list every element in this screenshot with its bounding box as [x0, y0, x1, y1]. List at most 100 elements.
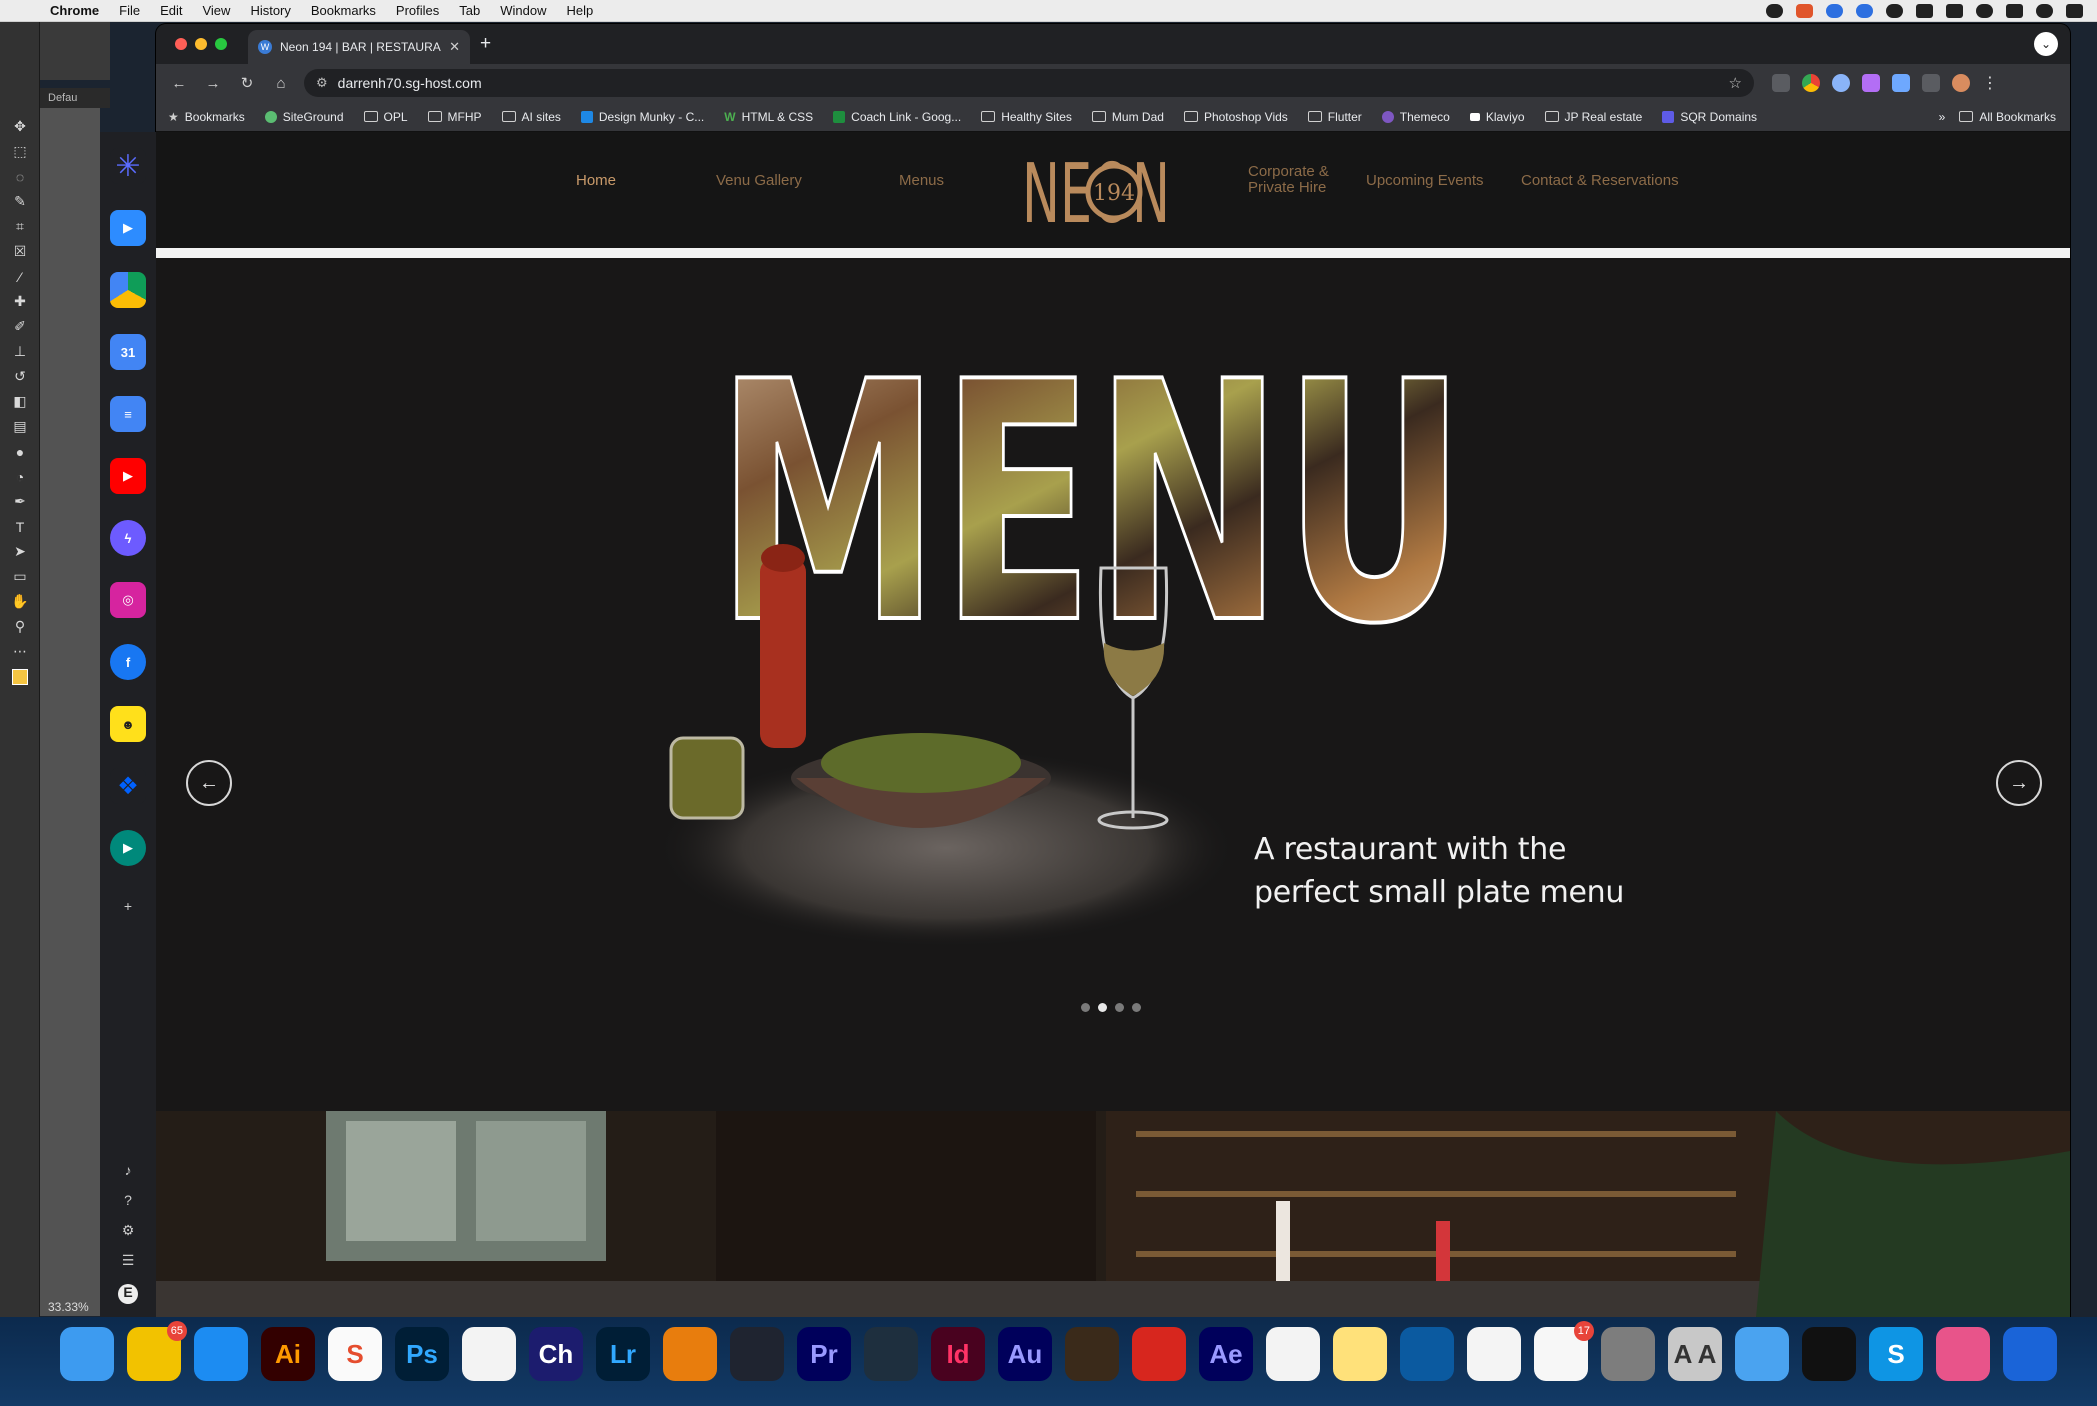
dock-display-icon[interactable]	[1936, 1327, 1990, 1381]
help-icon[interactable]: ?	[118, 1192, 138, 1212]
pen-tool-icon[interactable]: ✒	[0, 489, 40, 514]
grammarly-icon[interactable]	[1886, 3, 1903, 18]
nav-menus[interactable]: Menus	[899, 172, 944, 189]
bookmark-item[interactable]: W HTML & CSS	[724, 110, 813, 124]
close-tab-icon[interactable]: ✕	[449, 39, 460, 55]
nav-contact-reservations[interactable]: Contact & Reservations	[1521, 172, 1679, 189]
dock-lightroom-icon[interactable]: Lr	[596, 1327, 650, 1381]
bookmark-star-icon[interactable]: ☆	[1729, 74, 1742, 92]
nav-upcoming-events[interactable]: Upcoming Events	[1366, 172, 1484, 189]
frame-tool-icon[interactable]: ☒	[0, 239, 40, 264]
list-icon[interactable]: ☰	[118, 1252, 138, 1272]
shape-tool-icon[interactable]: ▭	[0, 564, 40, 589]
new-tab-button[interactable]: +	[480, 33, 491, 55]
dock-garageband-icon[interactable]	[1065, 1327, 1119, 1381]
site-info-icon[interactable]: ⚙	[316, 75, 328, 91]
back-button[interactable]: ←	[162, 75, 196, 92]
menu-file[interactable]: File	[109, 3, 150, 18]
healing-brush-icon[interactable]: ✚	[0, 289, 40, 314]
move-tool-icon[interactable]: ✥	[0, 114, 40, 139]
dock-premiere-icon[interactable]: Pr	[797, 1327, 851, 1381]
bookmark-folder[interactable]: OPL	[363, 110, 408, 124]
perplexity-sidebar-icon[interactable]: ✳	[110, 148, 146, 184]
photoshop-document-tab[interactable]: Defau	[40, 88, 110, 108]
menu-view[interactable]: View	[192, 3, 240, 18]
dock-weather-icon[interactable]	[1735, 1327, 1789, 1381]
control-center-icon[interactable]	[2066, 3, 2083, 18]
stamp-tool-icon[interactable]: ⊥	[0, 339, 40, 364]
url-text[interactable]: darrenh70.sg-host.com	[338, 75, 1719, 91]
blur-tool-icon[interactable]: ●	[0, 439, 40, 464]
menu-bookmarks[interactable]: Bookmarks	[301, 3, 386, 18]
dock-perplexity-icon[interactable]	[1802, 1327, 1856, 1381]
settings-icon[interactable]: ⚙	[118, 1222, 138, 1242]
menu-app-name[interactable]: Chrome	[40, 3, 109, 18]
browser-tab-active[interactable]: W Neon 194 | BAR | RESTAURAN ✕	[248, 30, 470, 64]
neon-194-logo[interactable]: NEON 194	[1022, 148, 1170, 230]
fullscreen-window-button[interactable]	[215, 38, 227, 50]
google-calendar-icon[interactable]: 31	[110, 334, 146, 370]
dock-after-effects-icon[interactable]: Ae	[1199, 1327, 1253, 1381]
eraser-icon[interactable]: ◧	[0, 389, 40, 414]
bookmark-folder[interactable]: JP Real estate	[1544, 110, 1642, 124]
bookmark-folder[interactable]: Photoshop Vids	[1183, 110, 1288, 124]
instagram-icon[interactable]: ◎	[110, 582, 146, 618]
reader-extension-icon[interactable]	[1892, 74, 1910, 92]
marquee-tool-icon[interactable]: ⬚	[0, 139, 40, 164]
dock-freeform-icon[interactable]	[1467, 1327, 1521, 1381]
airdrop-icon[interactable]	[1976, 3, 1993, 18]
dock-testflight-icon[interactable]	[194, 1327, 248, 1381]
eyedropper-icon[interactable]: ⁄	[0, 264, 40, 289]
bookmark-folder[interactable]: Flutter	[1307, 110, 1362, 124]
tab-search-button[interactable]: ⌄	[2034, 32, 2058, 56]
puzzle-extensions-icon[interactable]	[1922, 74, 1940, 92]
bookmark-item[interactable]: Themeco	[1381, 110, 1450, 124]
bookmark-folder[interactable]: Healthy Sites	[981, 110, 1072, 124]
bookmark-item[interactable]: SiteGround	[264, 110, 344, 124]
checkmark-icon[interactable]	[2036, 3, 2053, 18]
dock-norton-icon[interactable]: 65	[127, 1321, 187, 1381]
mailchimp-icon[interactable]: ☻	[110, 706, 146, 742]
menu-help[interactable]: Help	[557, 3, 604, 18]
dock-davinci-icon[interactable]	[730, 1327, 784, 1381]
creative-cloud-icon[interactable]	[1766, 3, 1783, 18]
bookmark-folder[interactable]: Mum Dad	[1091, 110, 1164, 124]
google-meet-icon[interactable]: ▶	[110, 830, 146, 866]
bookmark-item[interactable]: Coach Link - Goog...	[833, 110, 961, 124]
add-app-icon[interactable]: +	[118, 898, 138, 918]
close-window-button[interactable]	[175, 38, 187, 50]
menu-edit[interactable]: Edit	[150, 3, 192, 18]
type-tool-icon[interactable]: T	[0, 514, 40, 539]
zoom-status-icon[interactable]	[1826, 3, 1843, 18]
dock-acrobat-icon[interactable]	[1132, 1327, 1186, 1381]
minimize-window-button[interactable]	[195, 38, 207, 50]
code-extension-icon[interactable]	[1772, 74, 1790, 92]
more-tools-icon[interactable]: ⋯	[0, 639, 40, 664]
nav-corporate-private-hire[interactable]: Corporate & Private Hire	[1248, 164, 1329, 196]
bookmark-item[interactable]: ★ Bookmarks	[168, 110, 245, 124]
reload-button[interactable]: ↻	[230, 74, 264, 92]
dock-reminders-icon[interactable]: 17	[1534, 1321, 1594, 1381]
profile-avatar[interactable]	[1952, 74, 1970, 92]
bookmark-folder[interactable]: MFHP	[427, 110, 482, 124]
all-bookmarks-folder[interactable]: All Bookmarks	[1959, 110, 2056, 124]
menu-profiles[interactable]: Profiles	[386, 3, 449, 18]
menu-history[interactable]: History	[240, 3, 300, 18]
slider-dot-1[interactable]	[1081, 1003, 1090, 1012]
slider-dot-3[interactable]	[1115, 1003, 1124, 1012]
dock-indesign-icon[interactable]: Id	[931, 1327, 985, 1381]
incognito-icon[interactable]	[1946, 3, 1963, 18]
youtube-icon[interactable]: ▶	[110, 458, 146, 494]
dodge-tool-icon[interactable]: ◔	[0, 464, 40, 489]
dock-onepassword-icon[interactable]	[2003, 1327, 2057, 1381]
google-docs-icon[interactable]: ≡	[110, 396, 146, 432]
grammar-extension-icon[interactable]	[1832, 74, 1850, 92]
nav-venu-gallery[interactable]: Venu Gallery	[716, 172, 802, 189]
script-icon[interactable]	[1916, 3, 1933, 18]
dock-font-book-icon[interactable]: A A	[1668, 1327, 1722, 1381]
ai-extension-icon[interactable]	[1862, 74, 1880, 92]
quick-select-icon[interactable]: ✎	[0, 189, 40, 214]
bookmark-folder[interactable]: AI sites	[501, 110, 561, 124]
facebook-icon[interactable]: f	[110, 644, 146, 680]
history-brush-icon[interactable]: ↺	[0, 364, 40, 389]
